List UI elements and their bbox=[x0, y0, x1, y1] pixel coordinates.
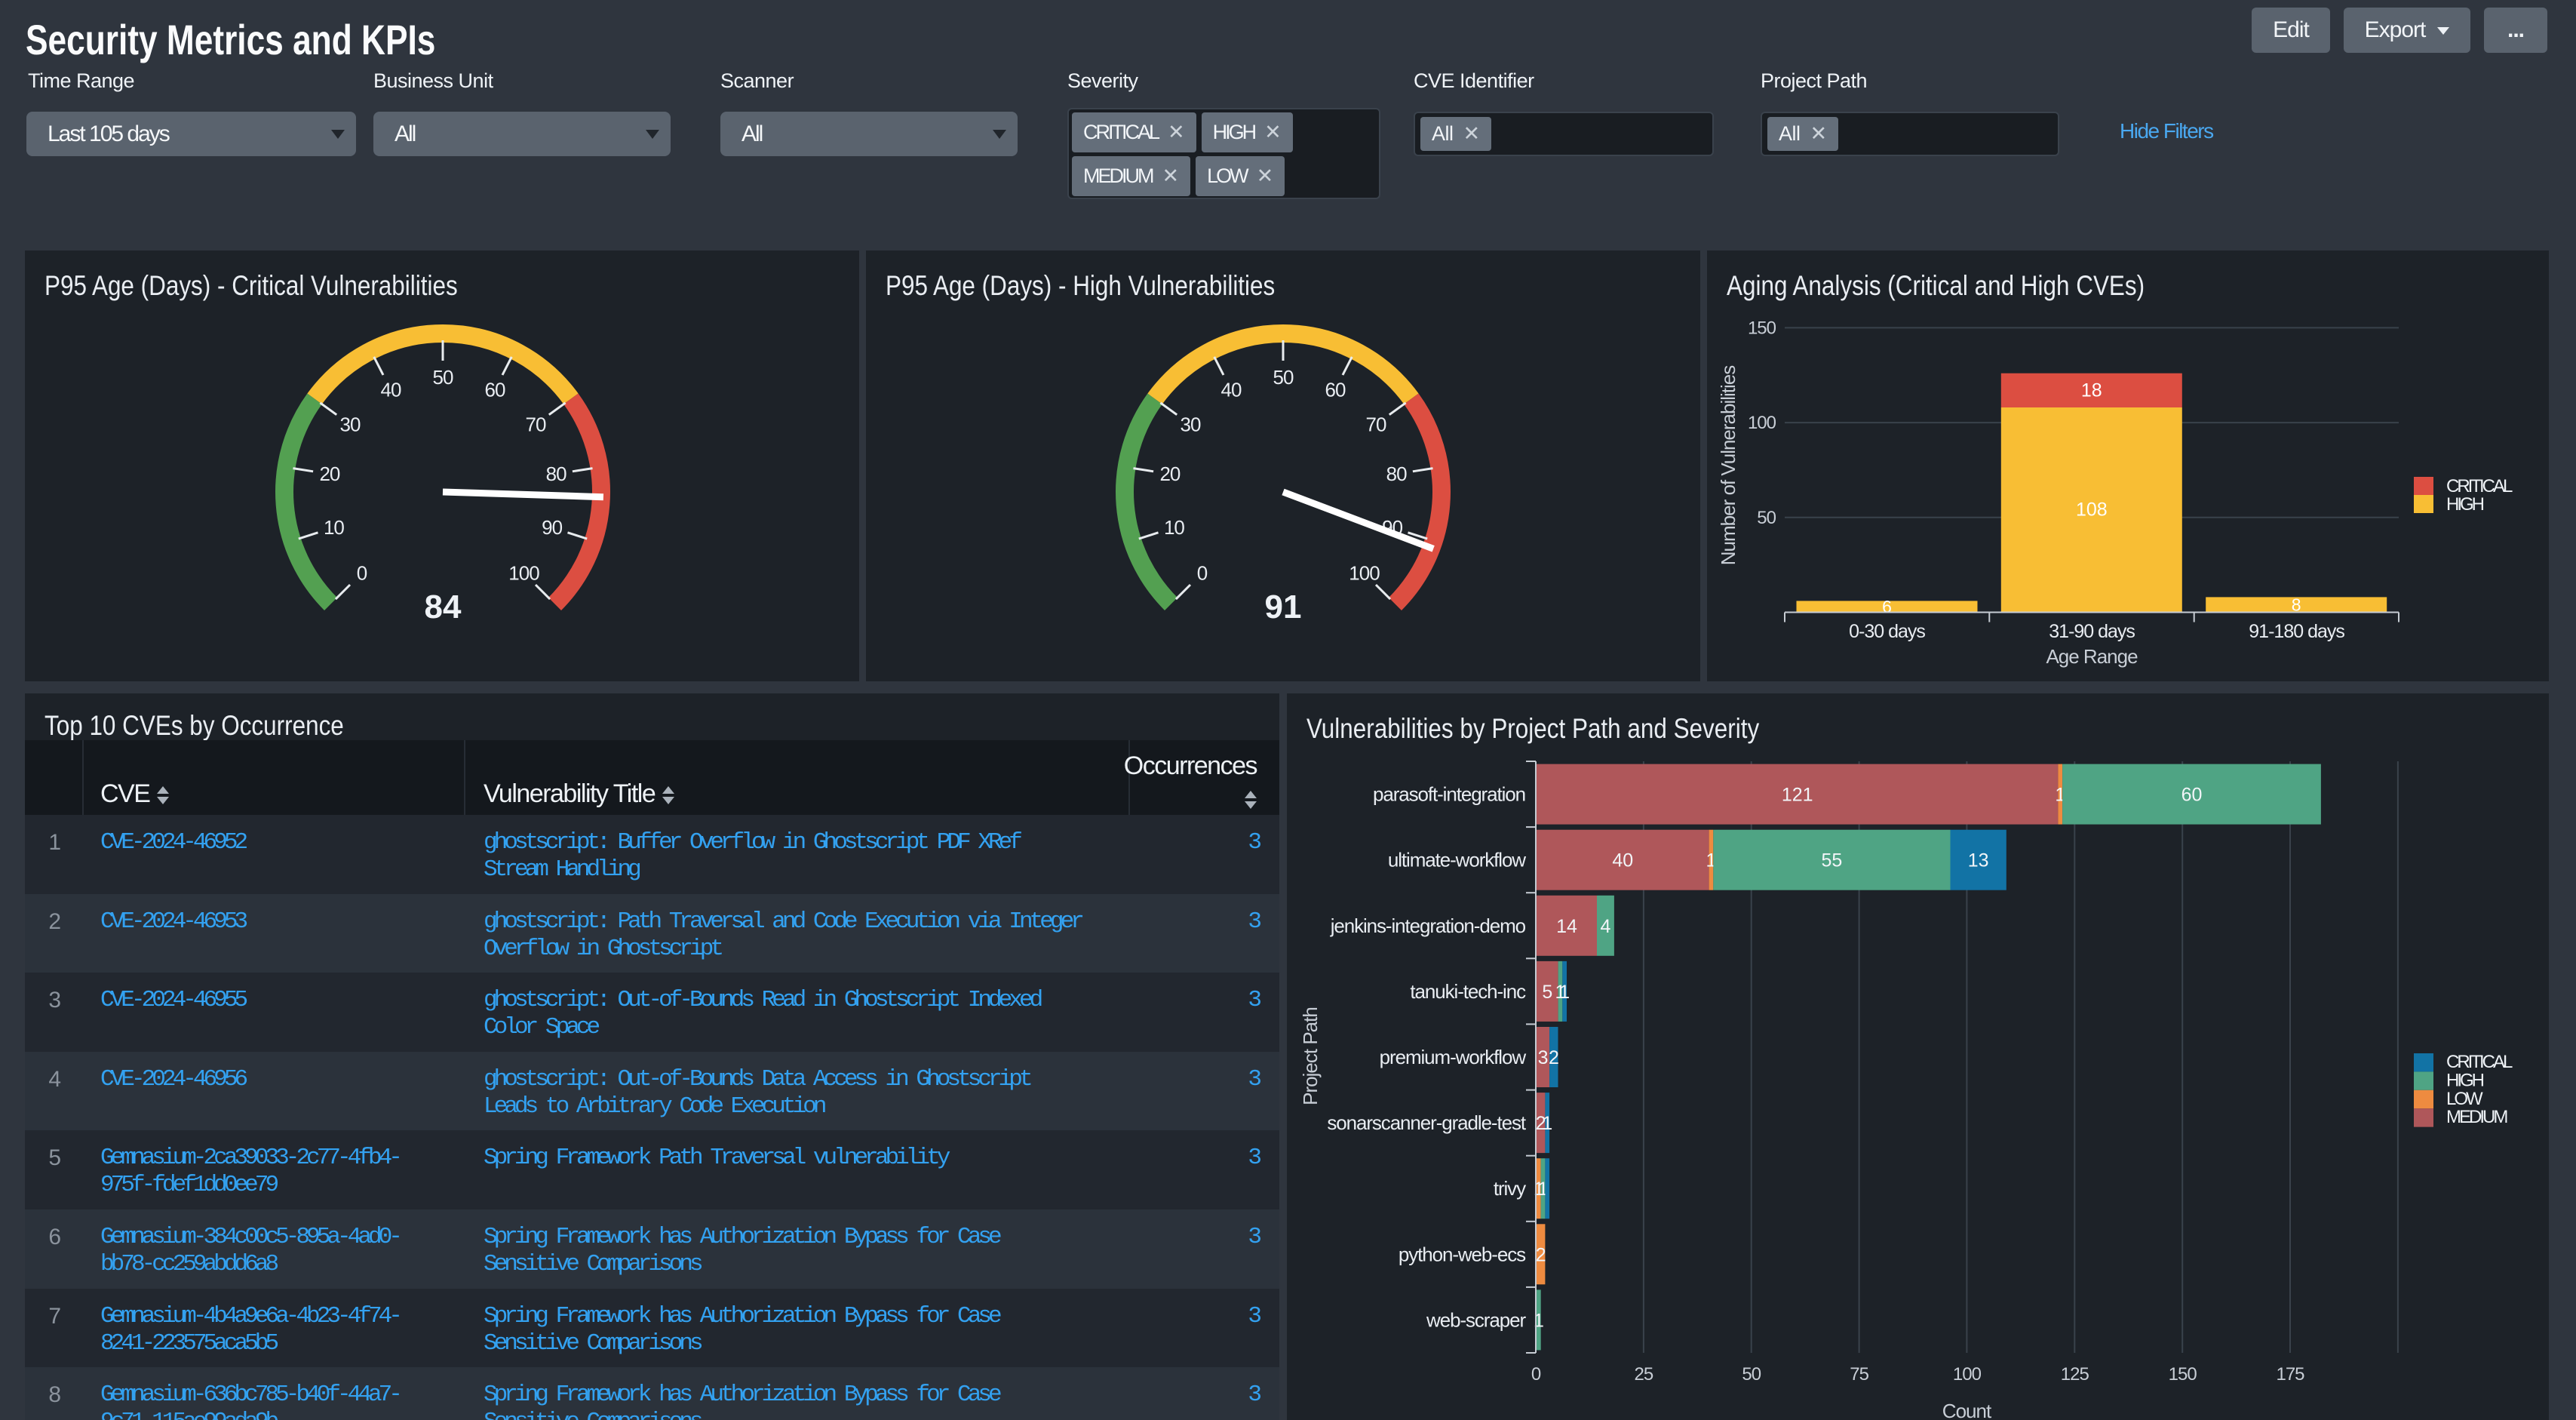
svg-text:50: 50 bbox=[1273, 366, 1294, 389]
svg-text:web-scraper: web-scraper bbox=[1426, 1308, 1526, 1331]
svg-text:50: 50 bbox=[433, 366, 453, 389]
svg-text:150: 150 bbox=[2169, 1364, 2197, 1385]
svg-text:0-30 days: 0-30 days bbox=[1849, 621, 1925, 642]
svg-text:84: 84 bbox=[425, 589, 462, 625]
svg-text:10: 10 bbox=[1164, 516, 1184, 539]
svg-text:175: 175 bbox=[2276, 1364, 2304, 1385]
svg-text:150: 150 bbox=[1748, 318, 1776, 338]
svg-text:25: 25 bbox=[1635, 1364, 1653, 1385]
svg-text:HIGH: HIGH bbox=[2446, 494, 2484, 515]
svg-text:premium-workflow: premium-workflow bbox=[1380, 1046, 1527, 1068]
svg-text:MEDIUM: MEDIUM bbox=[2446, 1107, 2507, 1127]
svg-text:75: 75 bbox=[1850, 1364, 1868, 1385]
svg-text:91-180 days: 91-180 days bbox=[2249, 621, 2344, 642]
svg-text:100: 100 bbox=[508, 562, 539, 585]
svg-text:80: 80 bbox=[1386, 463, 1407, 485]
svg-text:100: 100 bbox=[1748, 413, 1776, 433]
svg-text:Age Range: Age Range bbox=[2046, 645, 2138, 668]
svg-text:python-web-ecs: python-web-ecs bbox=[1399, 1243, 1526, 1265]
svg-text:40: 40 bbox=[381, 379, 401, 401]
svg-text:40: 40 bbox=[1612, 850, 1633, 871]
svg-text:55: 55 bbox=[1821, 850, 1842, 871]
svg-text:60: 60 bbox=[485, 379, 505, 401]
svg-text:13: 13 bbox=[1968, 850, 1989, 871]
svg-text:14: 14 bbox=[1556, 916, 1577, 937]
svg-text:60: 60 bbox=[1325, 379, 1346, 401]
svg-text:CRITICAL: CRITICAL bbox=[2446, 476, 2513, 496]
svg-text:2: 2 bbox=[1536, 1244, 1546, 1265]
svg-text:20: 20 bbox=[1159, 463, 1180, 485]
svg-text:50: 50 bbox=[1757, 508, 1776, 528]
svg-text:70: 70 bbox=[526, 413, 546, 436]
svg-text:0: 0 bbox=[357, 562, 367, 585]
svg-text:tanuki-tech-inc: tanuki-tech-inc bbox=[1410, 980, 1526, 1003]
svg-text:Number of Vulnerabilities: Number of Vulnerabilities bbox=[1717, 365, 1739, 566]
svg-text:sonarscanner-gradle-test: sonarscanner-gradle-test bbox=[1327, 1111, 1527, 1134]
svg-text:80: 80 bbox=[546, 463, 566, 485]
svg-text:0: 0 bbox=[1531, 1364, 1541, 1385]
svg-text:30: 30 bbox=[1181, 413, 1201, 436]
svg-text:5: 5 bbox=[1542, 982, 1552, 1003]
svg-text:1: 1 bbox=[1542, 1113, 1552, 1134]
svg-text:30: 30 bbox=[340, 413, 361, 436]
svg-text:40: 40 bbox=[1221, 379, 1242, 401]
svg-text:3: 3 bbox=[1538, 1047, 1549, 1068]
svg-text:20: 20 bbox=[319, 463, 339, 485]
svg-text:LOW: LOW bbox=[2446, 1089, 2483, 1109]
svg-text:18: 18 bbox=[2081, 380, 2102, 401]
svg-text:108: 108 bbox=[2076, 499, 2108, 521]
svg-text:jenkins-integration-demo: jenkins-integration-demo bbox=[1330, 914, 1526, 937]
svg-text:2: 2 bbox=[1549, 1047, 1559, 1068]
svg-text:4: 4 bbox=[1600, 916, 1610, 937]
svg-text:10: 10 bbox=[324, 516, 344, 539]
svg-text:91: 91 bbox=[1265, 589, 1302, 625]
svg-text:31-90 days: 31-90 days bbox=[2049, 621, 2135, 642]
svg-text:Count: Count bbox=[1942, 1400, 1992, 1420]
svg-text:HIGH: HIGH bbox=[2446, 1070, 2484, 1090]
svg-text:CRITICAL: CRITICAL bbox=[2446, 1052, 2513, 1072]
svg-text:90: 90 bbox=[542, 516, 562, 539]
svg-text:Project Path: Project Path bbox=[1299, 1007, 1322, 1105]
svg-text:parasoft-integration: parasoft-integration bbox=[1373, 783, 1525, 806]
svg-text:70: 70 bbox=[1366, 413, 1386, 436]
svg-text:100: 100 bbox=[1953, 1364, 1982, 1385]
svg-text:6: 6 bbox=[1882, 597, 1892, 616]
svg-text:1: 1 bbox=[1559, 982, 1570, 1003]
svg-text:60: 60 bbox=[2181, 785, 2203, 806]
svg-text:ultimate-workflow: ultimate-workflow bbox=[1388, 849, 1526, 871]
svg-text:0: 0 bbox=[1197, 562, 1208, 585]
svg-text:50: 50 bbox=[1742, 1364, 1761, 1385]
svg-text:100: 100 bbox=[1349, 562, 1380, 585]
svg-text:trivy: trivy bbox=[1494, 1177, 1526, 1200]
svg-text:125: 125 bbox=[2061, 1364, 2089, 1385]
svg-text:121: 121 bbox=[1782, 785, 1813, 806]
